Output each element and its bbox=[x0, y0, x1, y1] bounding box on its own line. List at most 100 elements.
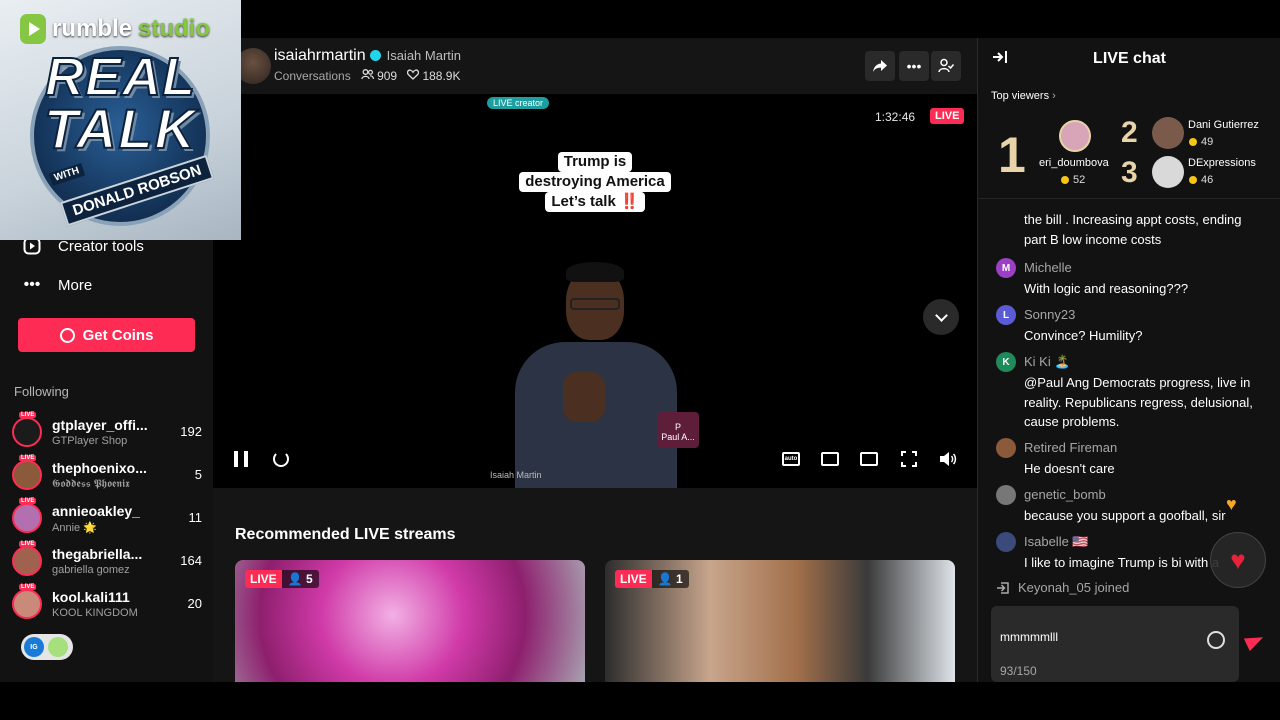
host-username: isaiahrmartin bbox=[274, 47, 366, 64]
recommended-stream-card[interactable]: LIVE 👤 1 bbox=[605, 560, 955, 682]
guest-tile[interactable]: P Paul A... bbox=[657, 412, 699, 448]
rumble-play-icon bbox=[20, 14, 46, 44]
viewer-count: 909 bbox=[360, 69, 397, 83]
power-icon bbox=[48, 637, 68, 657]
chat-message-text: the bill . Increasing appt costs, ending… bbox=[1024, 212, 1242, 247]
recommended-stream-card[interactable]: LIVE 👤 5 bbox=[235, 560, 585, 682]
viewer-count: 👤 5 bbox=[281, 570, 319, 588]
picture-button[interactable] bbox=[820, 448, 840, 470]
heart-icon: ♥ bbox=[1230, 544, 1246, 575]
avatar[interactable] bbox=[1152, 117, 1184, 149]
get-coins-button[interactable]: Get Coins bbox=[18, 318, 195, 352]
following-name: thegabriella... bbox=[52, 546, 143, 562]
send-icon[interactable] bbox=[1243, 630, 1267, 652]
following-subtitle: KOOL KINGDOM bbox=[52, 607, 138, 619]
picture-in-picture-icon bbox=[860, 452, 878, 466]
avatar bbox=[12, 417, 42, 447]
people-icon bbox=[360, 69, 374, 80]
logo-text-talk: TALK bbox=[43, 96, 198, 161]
following-viewer-count: 5 bbox=[194, 467, 202, 482]
avatar: K bbox=[996, 352, 1016, 372]
streamer-hand bbox=[563, 372, 605, 422]
quality-auto-button[interactable]: auto bbox=[781, 448, 801, 470]
following-item[interactable]: LIVE thegabriella... gabriella gomez 164 bbox=[12, 541, 202, 580]
stream-header: isaiahrmartin Isaiah Martin Conversations… bbox=[213, 38, 977, 94]
following-viewer-count: 20 bbox=[187, 596, 202, 611]
coin-icon bbox=[1189, 138, 1197, 146]
camera-label: Isaiah Martin bbox=[490, 470, 542, 480]
avatar bbox=[12, 589, 42, 619]
chat-message-text: @Paul Ang Democrats progress, live in re… bbox=[1024, 375, 1253, 429]
caption-line: Let’s talk ‼️ bbox=[545, 192, 645, 212]
stream-live-indicator: LIVE 👤 5 bbox=[245, 570, 319, 588]
coin-value: 46 bbox=[1201, 174, 1214, 186]
caption-line: destroying America bbox=[519, 172, 671, 192]
refresh-button[interactable] bbox=[272, 448, 290, 470]
image-icon bbox=[821, 452, 839, 466]
share-button[interactable] bbox=[865, 51, 895, 81]
emoji-icon[interactable] bbox=[1207, 631, 1225, 649]
viewer-count-value: 5 bbox=[305, 572, 313, 586]
more-dots-icon: ••• bbox=[906, 58, 922, 74]
auto-quality-icon: auto bbox=[782, 452, 800, 466]
host-identity[interactable]: isaiahrmartin Isaiah Martin bbox=[274, 47, 461, 65]
guest-label: Paul A... bbox=[661, 432, 695, 442]
following-heading: Following bbox=[14, 384, 69, 399]
streamer-hair bbox=[566, 262, 624, 282]
streamer-glasses bbox=[570, 298, 620, 310]
following-item[interactable]: LIVE gtplayer_offi... GTPlayer Shop 192 bbox=[12, 412, 202, 451]
following-item[interactable]: LIVE kool.kali111 KOOL KINGDOM 20 bbox=[12, 584, 202, 623]
join-notice: Keyonah_05 joined bbox=[996, 580, 1129, 595]
following-name: kool.kali111 bbox=[52, 589, 130, 605]
live-badge: LIVE bbox=[19, 412, 37, 418]
following-subtitle: Annie 🌟 bbox=[52, 522, 97, 534]
live-badge: LIVE bbox=[19, 455, 37, 461]
chat-input[interactable]: mmmmmlll 93/150 bbox=[991, 606, 1239, 682]
collapse-video-button[interactable] bbox=[923, 299, 959, 335]
avatar bbox=[12, 546, 42, 576]
avatar[interactable] bbox=[1152, 156, 1184, 188]
pip-button[interactable] bbox=[859, 448, 879, 470]
chat-username: Sonny23 bbox=[1024, 307, 1076, 322]
viewer-count-value: 1 bbox=[675, 572, 683, 586]
stream-meta: Conversations 909 188.9K bbox=[274, 69, 460, 83]
floating-heart-icon: ♥ bbox=[1226, 494, 1237, 514]
following-viewer-count: 164 bbox=[180, 553, 202, 568]
live-creator-badge: LIVE creator bbox=[487, 97, 550, 109]
nav-more[interactable]: ••• More bbox=[22, 275, 93, 295]
following-item[interactable]: LIVE annieoakley_ Annie 🌟 11 bbox=[12, 498, 203, 537]
top-viewer-coins: 49 bbox=[1189, 136, 1213, 148]
avatar[interactable] bbox=[1059, 120, 1091, 152]
more-options-button[interactable]: ••• bbox=[899, 51, 929, 81]
rumble-studio-logo: rumble studio bbox=[20, 14, 210, 44]
pause-button[interactable] bbox=[233, 448, 249, 470]
viewer-count: 👤 1 bbox=[651, 570, 689, 588]
avatar bbox=[996, 532, 1016, 552]
volume-button[interactable] bbox=[938, 448, 958, 470]
report-button[interactable] bbox=[931, 51, 961, 81]
extension-toggle[interactable]: IG bbox=[21, 634, 73, 660]
volume-icon bbox=[940, 452, 957, 466]
fullscreen-button[interactable] bbox=[899, 448, 919, 470]
heart-outline-icon bbox=[407, 69, 420, 80]
channel-logo-overlay: rumble studio REAL TALK WITH DONALD ROBS… bbox=[0, 0, 241, 240]
live-badge: LIVE bbox=[615, 570, 652, 588]
following-subtitle: 𝕲𝖔𝖉𝖉𝖊𝖘𝖘 𝕻𝖍𝖔𝖊𝖓𝖎𝖝 bbox=[52, 478, 130, 490]
get-coins-label: Get Coins bbox=[82, 326, 154, 344]
live-video-player[interactable]: LIVE creator 1:32:46 LIVE Trump is destr… bbox=[213, 94, 977, 488]
nav-more-label: More bbox=[58, 276, 93, 294]
top-viewer-coins: 46 bbox=[1189, 174, 1213, 186]
host-display-name: Isaiah Martin bbox=[386, 48, 462, 63]
stream-category: Conversations bbox=[274, 69, 351, 83]
chat-message-text: Convince? Humility? bbox=[1024, 328, 1143, 343]
avatar bbox=[12, 460, 42, 490]
like-button[interactable]: ♥ bbox=[1210, 532, 1266, 588]
live-badge: LIVE bbox=[930, 108, 965, 124]
stream-timer: 1:32:46 bbox=[875, 110, 916, 124]
top-viewer-name: DExpressions bbox=[1188, 157, 1256, 169]
top-viewers-link[interactable]: Top viewers › bbox=[991, 90, 1056, 102]
top-viewers-label: Top viewers bbox=[991, 90, 1050, 102]
following-viewer-count: 11 bbox=[188, 510, 203, 525]
following-item[interactable]: LIVE thephoenixo... 𝕲𝖔𝖉𝖉𝖊𝖘𝖘 𝕻𝖍𝖔𝖊𝖓𝖎𝖝 5 bbox=[12, 455, 202, 494]
caption-line: Trump is bbox=[557, 152, 633, 172]
